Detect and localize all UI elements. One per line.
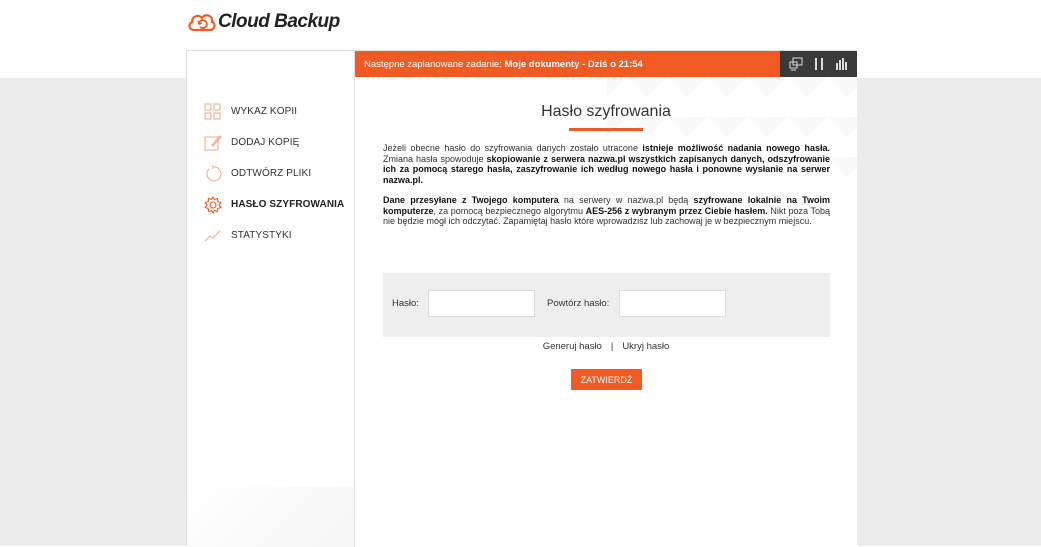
text-bold-fragment: Dane przesyłane z Twojego komputera xyxy=(383,195,559,205)
password-form: Hasło: Powtórz hasło: xyxy=(383,273,830,337)
sidebar-item-label: HASŁO SZYFROWANIA xyxy=(231,199,345,210)
text-fragment: Jeżeli obecne hasło do szyfrowania danyc… xyxy=(383,143,643,153)
brand-name: Cloud Backup xyxy=(218,11,340,32)
pause-icon[interactable] xyxy=(810,55,828,73)
next-task-prefix: Następne zaplanowane zadanie: xyxy=(364,58,505,70)
link-separator: | xyxy=(610,341,614,352)
main-content: Hasło szyfrowania Jeżeli obecne hasło do… xyxy=(355,77,857,547)
restore-icon xyxy=(203,164,223,184)
gear-icon xyxy=(203,195,223,215)
grid-icon xyxy=(203,102,223,122)
sidebar-decoration xyxy=(187,487,354,547)
repeat-password-input[interactable] xyxy=(619,290,726,317)
sidebar-item-wykaz-kopii[interactable]: WYKAZ KOPII xyxy=(203,96,344,127)
text-bold-fragment: AES-256 z wybranym przez Ciebie hasłem. xyxy=(585,205,768,216)
cloud-logo-icon xyxy=(188,14,216,32)
password-links: Generuj hasło | Ukryj hasło xyxy=(355,341,857,352)
bar-chart-icon[interactable] xyxy=(833,55,851,73)
text-fragment: Zmiana hasła spowoduje xyxy=(383,153,487,164)
next-task-text: Następne zaplanowane zadanie: Moje dokum… xyxy=(355,59,780,70)
status-bar: Następne zaplanowane zadanie: Moje dokum… xyxy=(355,51,857,77)
submit-button[interactable]: ZATWIERDŹ xyxy=(571,369,642,390)
sidebar-item-label: DODAJ KOPIĘ xyxy=(231,137,300,148)
title-underline xyxy=(569,128,643,131)
hide-password-link[interactable]: Ukryj hasło xyxy=(622,341,669,352)
logo[interactable]: Cloud Backup xyxy=(186,9,340,35)
edit-icon xyxy=(203,133,223,153)
sidebar-item-odtworz-pliki[interactable]: ODTWÓRZ PLIKI xyxy=(203,158,344,189)
sidebar-item-label: STATYSTYKI xyxy=(231,230,292,241)
repeat-password-label: Powtórz hasło: xyxy=(547,298,610,309)
monitor-icon[interactable] xyxy=(787,55,805,73)
chart-line-icon xyxy=(203,226,223,246)
password-label: Hasło: xyxy=(392,298,419,309)
password-input[interactable] xyxy=(428,290,535,317)
app-panel: WYKAZ KOPII DODAJ KOPIĘ ODTWÓRZ PLIKI HA… xyxy=(186,50,857,547)
text-fragment: , za pomocą bezpiecznego algorytmu xyxy=(433,205,586,216)
sidebar-nav: WYKAZ KOPII DODAJ KOPIĘ ODTWÓRZ PLIKI HA… xyxy=(203,96,344,251)
sidebar-item-label: WYKAZ KOPII xyxy=(231,106,298,117)
generate-password-link[interactable]: Generuj hasło xyxy=(543,341,602,352)
next-task-name: Moje dokumenty - Dziś o 21:54 xyxy=(504,58,643,70)
info-paragraph-1: Jeżeli obecne hasło do szyfrowania danyc… xyxy=(383,143,830,185)
page-title: Hasło szyfrowania xyxy=(541,103,671,120)
sidebar-item-label: ODTWÓRZ PLIKI xyxy=(231,168,312,179)
topbar-tools xyxy=(780,51,857,77)
sidebar-item-haslo-szyfrowania[interactable]: HASŁO SZYFROWANIA xyxy=(203,189,344,220)
text-fragment: na serwery w nazwa.pl będą xyxy=(558,195,694,205)
sidebar: WYKAZ KOPII DODAJ KOPIĘ ODTWÓRZ PLIKI HA… xyxy=(187,51,355,547)
sidebar-item-statystyki[interactable]: STATYSTYKI xyxy=(203,220,344,251)
info-paragraph-2: Dane przesyłane z Twojego komputera na s… xyxy=(383,195,830,227)
text-bold-fragment: istnieje możliwość nadania nowego hasła. xyxy=(642,143,831,153)
sidebar-item-dodaj-kopie[interactable]: DODAJ KOPIĘ xyxy=(203,127,344,158)
